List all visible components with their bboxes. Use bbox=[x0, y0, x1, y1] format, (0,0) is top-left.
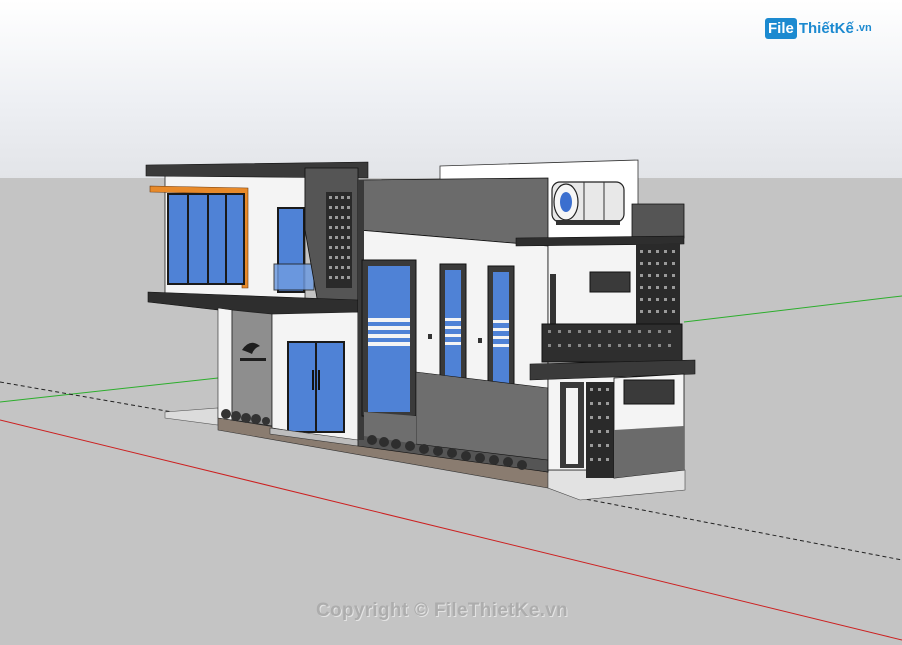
base-plinth bbox=[164, 407, 219, 426]
stone-feature-wall bbox=[231, 309, 273, 427]
site-logo[interactable]: File ThiếtKế .vn bbox=[765, 14, 872, 42]
model-viewport[interactable] bbox=[0, 0, 902, 645]
water-tank-icon bbox=[551, 181, 625, 225]
copyright-watermark: Copyright © FileThietKe.vn bbox=[316, 600, 568, 621]
window-a bbox=[361, 259, 417, 417]
right-ground-vent bbox=[623, 379, 675, 405]
logo-file-badge: File bbox=[765, 17, 797, 39]
right-upper-window bbox=[589, 271, 631, 293]
upper-left-window bbox=[167, 193, 245, 285]
dashed-axis-right bbox=[579, 497, 902, 561]
green-axis-far bbox=[683, 295, 902, 323]
green-axis bbox=[0, 377, 219, 403]
glass-railing bbox=[273, 263, 315, 291]
balcony-railing bbox=[541, 323, 683, 363]
right-parapet bbox=[631, 203, 685, 239]
right-ground-gray-band bbox=[614, 426, 684, 478]
logo-tld-text: .vn bbox=[855, 22, 872, 34]
ground-left-wall bbox=[217, 307, 233, 421]
logo-brand-text: ThiếtKế bbox=[798, 19, 854, 37]
